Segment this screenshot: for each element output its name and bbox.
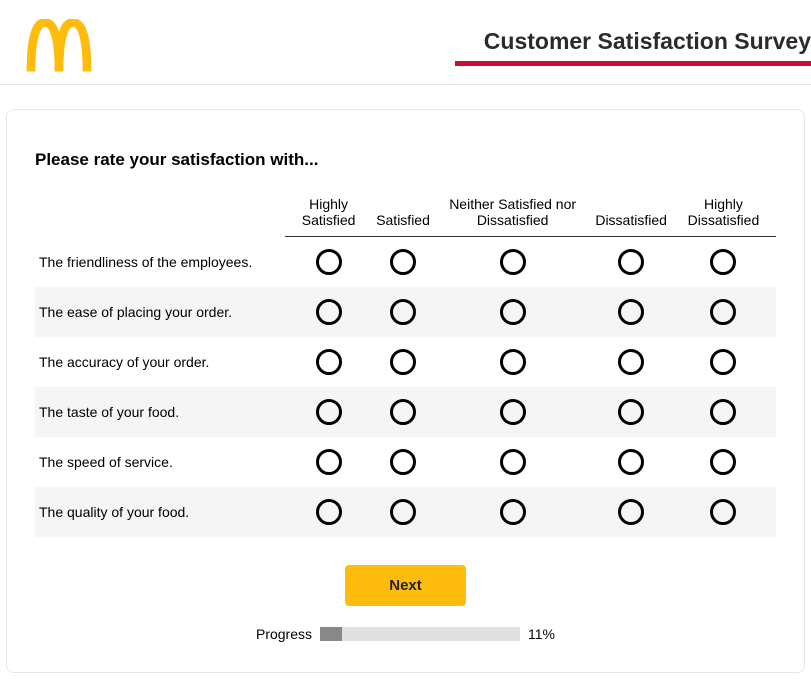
next-button[interactable]: Next — [345, 565, 466, 606]
rating-table: Highly Satisfied Satisfied Neither Satis… — [35, 190, 776, 537]
radio-option[interactable] — [316, 299, 342, 325]
mcdonalds-logo-icon — [24, 17, 94, 77]
survey-card: Please rate your satisfaction with... Hi… — [6, 109, 805, 673]
row-label: The accuracy of your order. — [35, 337, 285, 387]
radio-option[interactable] — [316, 449, 342, 475]
radio-option[interactable] — [500, 249, 526, 275]
radio-option[interactable] — [316, 349, 342, 375]
radio-option[interactable] — [390, 449, 416, 475]
radio-option[interactable] — [500, 299, 526, 325]
radio-option[interactable] — [618, 349, 644, 375]
radio-option[interactable] — [618, 449, 644, 475]
radio-option[interactable] — [390, 349, 416, 375]
radio-option[interactable] — [316, 499, 342, 525]
table-row: The ease of placing your order. — [35, 287, 776, 337]
radio-option[interactable] — [710, 499, 736, 525]
progress-fill — [320, 627, 342, 641]
column-header: Dissatisfied — [591, 190, 671, 237]
row-label: The friendliness of the employees. — [35, 237, 285, 288]
radio-option[interactable] — [390, 249, 416, 275]
progress-label: Progress — [256, 626, 312, 642]
row-label: The speed of service. — [35, 437, 285, 487]
radio-option[interactable] — [618, 299, 644, 325]
radio-option[interactable] — [500, 349, 526, 375]
column-header: Highly Dissatisfied — [671, 190, 776, 237]
table-row: The quality of your food. — [35, 487, 776, 537]
radio-option[interactable] — [618, 499, 644, 525]
row-label: The taste of your food. — [35, 387, 285, 437]
page-title: Customer Satisfaction Survey — [455, 28, 811, 61]
radio-option[interactable] — [316, 399, 342, 425]
radio-option[interactable] — [710, 299, 736, 325]
progress-row: Progress 11% — [35, 626, 776, 642]
progress-percent: 11% — [528, 626, 555, 642]
survey-prompt: Please rate your satisfaction with... — [35, 150, 776, 170]
column-header: Satisfied — [372, 190, 434, 237]
radio-option[interactable] — [500, 499, 526, 525]
title-underline — [455, 61, 811, 66]
table-row: The accuracy of your order. — [35, 337, 776, 387]
radio-option[interactable] — [390, 299, 416, 325]
radio-option[interactable] — [618, 249, 644, 275]
radio-option[interactable] — [390, 399, 416, 425]
column-header: Highly Satisfied — [285, 190, 372, 237]
table-row: The speed of service. — [35, 437, 776, 487]
title-wrap: Customer Satisfaction Survey — [455, 28, 811, 66]
radio-option[interactable] — [710, 449, 736, 475]
row-label: The quality of your food. — [35, 487, 285, 537]
radio-option[interactable] — [710, 399, 736, 425]
radio-option[interactable] — [316, 249, 342, 275]
radio-option[interactable] — [710, 249, 736, 275]
radio-option[interactable] — [500, 399, 526, 425]
page-header: Customer Satisfaction Survey — [0, 0, 811, 85]
table-row: The taste of your food. — [35, 387, 776, 437]
progress-bar — [320, 627, 520, 641]
radio-option[interactable] — [618, 399, 644, 425]
radio-option[interactable] — [710, 349, 736, 375]
column-header: Neither Satisfied nor Dissatisfied — [434, 190, 591, 237]
footer-controls: Next Progress 11% — [35, 565, 776, 642]
row-label: The ease of placing your order. — [35, 287, 285, 337]
radio-option[interactable] — [500, 449, 526, 475]
table-row: The friendliness of the employees. — [35, 237, 776, 288]
radio-option[interactable] — [390, 499, 416, 525]
